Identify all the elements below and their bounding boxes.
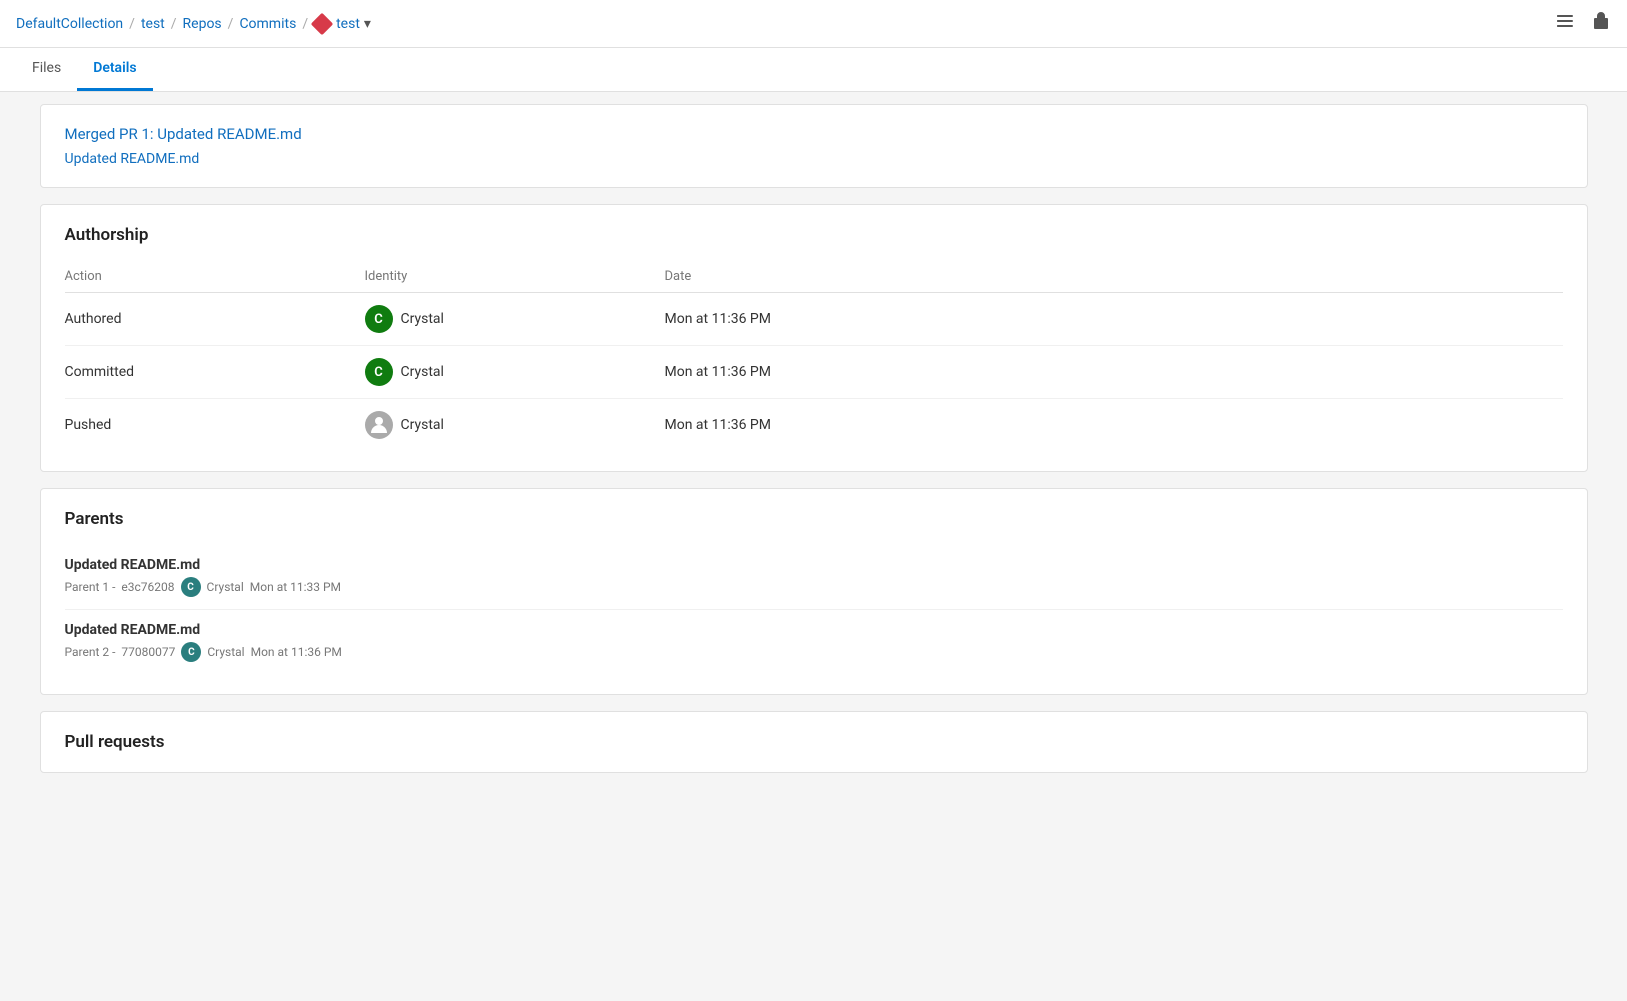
authorship-row: Pushed Crystal Mon at 11:36 PM	[65, 399, 1563, 452]
parent-label: Parent 1 -	[65, 580, 116, 594]
parent-author: Crystal	[207, 580, 244, 594]
authorship-action: Pushed	[65, 399, 365, 452]
authorship-identity: Crystal	[365, 399, 665, 452]
parent-meta: Parent 2 - 77080077 C Crystal Mon at 11:…	[65, 642, 1563, 662]
list-icon[interactable]	[1555, 11, 1575, 36]
tab-files[interactable]: Files	[16, 48, 77, 91]
parent-date: Mon at 11:36 PM	[251, 645, 342, 659]
parent-commit-title[interactable]: Updated README.md	[65, 622, 1563, 638]
avatar: C	[365, 305, 393, 333]
authorship-action: Authored	[65, 293, 365, 346]
chevron-down-icon: ▾	[364, 16, 371, 32]
parent-date: Mon at 11:33 PM	[250, 580, 341, 594]
commit-message-card: Merged PR 1: Updated README.md Updated R…	[40, 104, 1588, 188]
breadcrumb-project[interactable]: test	[141, 16, 165, 32]
col-header-identity: Identity	[365, 261, 665, 293]
col-header-action: Action	[65, 261, 365, 293]
pull-requests-title: Pull requests	[65, 732, 1563, 752]
parents-title: Parents	[65, 509, 1563, 529]
authorship-date: Mon at 11:36 PM	[665, 346, 1563, 399]
topbar-actions	[1555, 11, 1611, 36]
authorship-title: Authorship	[65, 225, 1563, 245]
parent-meta: Parent 1 - e3c76208 C Crystal Mon at 11:…	[65, 577, 1563, 597]
parent-commit-title[interactable]: Updated README.md	[65, 557, 1563, 573]
parent-item: Updated README.md Parent 1 - e3c76208 C …	[65, 545, 1563, 610]
authorship-date: Mon at 11:36 PM	[665, 293, 1563, 346]
sep4: /	[302, 16, 308, 32]
avatar-small: C	[181, 577, 201, 597]
parent-item: Updated README.md Parent 2 - 77080077 C …	[65, 610, 1563, 674]
parent-label: Parent 2 -	[65, 645, 116, 659]
repo-icon	[311, 12, 334, 35]
pull-requests-card: Pull requests	[40, 711, 1588, 773]
main-content: Merged PR 1: Updated README.md Updated R…	[24, 92, 1604, 801]
authorship-row: AuthoredC Crystal Mon at 11:36 PM	[65, 293, 1563, 346]
parent-hash[interactable]: 77080077	[121, 645, 175, 659]
identity-name: Crystal	[401, 311, 444, 327]
avatar	[365, 411, 393, 439]
authorship-identity: C Crystal	[365, 346, 665, 399]
tabs: Files Details	[16, 48, 1611, 91]
parents-card: Parents Updated README.md Parent 1 - e3c…	[40, 488, 1588, 695]
sep3: /	[228, 16, 234, 32]
authorship-identity: C Crystal	[365, 293, 665, 346]
authorship-action: Committed	[65, 346, 365, 399]
authorship-date: Mon at 11:36 PM	[665, 399, 1563, 452]
col-header-date: Date	[665, 261, 1563, 293]
breadcrumb-repos[interactable]: Repos	[183, 16, 222, 32]
tab-details[interactable]: Details	[77, 48, 152, 91]
commit-subtitle[interactable]: Updated README.md	[65, 151, 1563, 167]
authorship-table: Action Identity Date AuthoredC Crystal Mon…	[65, 261, 1563, 451]
avatar-small: C	[181, 642, 201, 662]
parent-hash[interactable]: e3c76208	[121, 580, 174, 594]
authorship-card: Authorship Action Identity Date Authored…	[40, 204, 1588, 472]
breadcrumb-repo[interactable]: test	[336, 16, 360, 32]
sep2: /	[171, 16, 177, 32]
breadcrumb-commits[interactable]: Commits	[239, 16, 296, 32]
breadcrumb: DefaultCollection / test / Repos / Commi…	[16, 16, 371, 32]
authorship-row: CommittedC Crystal Mon at 11:36 PM	[65, 346, 1563, 399]
parent-author: Crystal	[207, 645, 244, 659]
repo-branch-wrapper[interactable]: test ▾	[314, 16, 371, 32]
bag-icon[interactable]	[1591, 11, 1611, 36]
topbar: DefaultCollection / test / Repos / Commi…	[0, 0, 1627, 48]
identity-name: Crystal	[401, 417, 444, 433]
identity-name: Crystal	[401, 364, 444, 380]
breadcrumb-collection[interactable]: DefaultCollection	[16, 16, 123, 32]
commit-title[interactable]: Merged PR 1: Updated README.md	[65, 125, 1563, 143]
tabs-bar: Files Details	[0, 48, 1627, 92]
sep1: /	[129, 16, 135, 32]
avatar: C	[365, 358, 393, 386]
parents-list: Updated README.md Parent 1 - e3c76208 C …	[65, 545, 1563, 674]
